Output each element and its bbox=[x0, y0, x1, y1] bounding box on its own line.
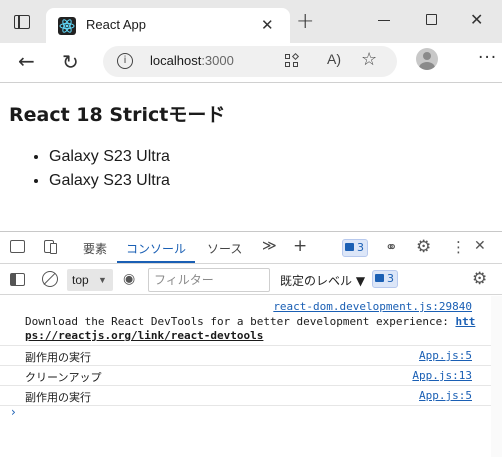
page-content: React 18 Strictモード Galaxy S23 Ultra Gala… bbox=[0, 84, 502, 231]
console-message: クリーンアップ App.js:13 bbox=[0, 366, 502, 386]
clear-console-icon[interactable] bbox=[42, 271, 58, 287]
connections-icon[interactable]: ⚭ bbox=[385, 238, 398, 256]
console-message: 副作用の実行 App.js:5 bbox=[0, 386, 502, 406]
item-list: Galaxy S23 Ultra Galaxy S23 Ultra bbox=[49, 145, 170, 193]
back-icon[interactable]: ← bbox=[18, 49, 35, 73]
live-expression-eye-icon[interactable]: ◉ bbox=[123, 271, 135, 287]
console-scrollbar[interactable] bbox=[491, 296, 502, 457]
message-icon bbox=[375, 274, 384, 282]
close-tab-icon[interactable]: ✕ bbox=[261, 15, 274, 35]
console-output: react-dom.development.js:29840 Download … bbox=[0, 296, 502, 457]
devtools-link-continued[interactable]: ps://reactjs.org/link/react-devtools bbox=[25, 329, 263, 342]
console-prompt-icon[interactable]: › bbox=[11, 405, 16, 419]
list-item: Galaxy S23 Ultra bbox=[49, 169, 170, 193]
message-source-link[interactable]: react-dom.development.js:29840 bbox=[273, 300, 472, 313]
message-source-link[interactable]: App.js:5 bbox=[419, 389, 472, 402]
devtools-tab-bar: 要素 コンソール ソース ≫ + 3 ⚭ ⚙ ⋮ ✕ bbox=[0, 232, 502, 264]
title-bar: React App ✕ + ✕ bbox=[0, 0, 502, 43]
filter-input[interactable]: フィルター bbox=[148, 268, 270, 292]
url-port: :3000 bbox=[201, 53, 234, 68]
active-tab-indicator bbox=[117, 261, 195, 263]
message-text: Download the React DevTools for a better… bbox=[25, 315, 475, 328]
new-tab-icon[interactable]: + bbox=[296, 11, 314, 33]
more-options-icon[interactable]: ··· bbox=[478, 48, 497, 68]
devtools-panel: 要素 コンソール ソース ≫ + 3 ⚭ ⚙ ⋮ ✕ top ▼ ◉ フィルター… bbox=[0, 231, 502, 457]
message-text: 副作用の実行 bbox=[25, 391, 91, 404]
tab-title: React App bbox=[86, 17, 146, 32]
context-select[interactable]: top ▼ bbox=[67, 269, 113, 291]
read-aloud-icon[interactable]: A) bbox=[327, 51, 341, 67]
browser-tab[interactable]: React App ✕ bbox=[46, 8, 290, 43]
chevron-down-icon: ▼ bbox=[98, 275, 107, 285]
profile-avatar[interactable] bbox=[416, 48, 438, 70]
context-value: top bbox=[72, 273, 89, 287]
address-bar[interactable]: i localhost:3000 A) ☆ bbox=[103, 46, 397, 77]
site-info-icon[interactable]: i bbox=[117, 53, 133, 69]
console-settings-gear-icon[interactable]: ⚙ bbox=[472, 269, 487, 289]
url-text[interactable]: localhost:3000 bbox=[150, 53, 234, 68]
message-source-link[interactable]: App.js:13 bbox=[412, 369, 472, 382]
message-text-line: Download the React DevTools for a better… bbox=[25, 315, 456, 328]
add-tab-icon[interactable]: + bbox=[293, 236, 307, 256]
react-logo-icon bbox=[58, 17, 76, 35]
close-devtools-icon[interactable]: ✕ bbox=[474, 238, 486, 254]
list-item: Galaxy S23 Ultra bbox=[49, 145, 170, 169]
url-host: localhost bbox=[150, 53, 202, 68]
reload-icon[interactable]: ↻ bbox=[62, 50, 79, 74]
navigation-bar: ← ↻ i localhost:3000 A) ☆ ··· bbox=[0, 43, 502, 83]
device-emulation-icon-part bbox=[50, 243, 57, 254]
level-issues-badge[interactable]: 3 bbox=[372, 270, 398, 288]
more-tabs-icon[interactable]: ≫ bbox=[262, 238, 277, 254]
console-message: react-dom.development.js:29840 Download … bbox=[0, 296, 502, 346]
issues-count: 3 bbox=[357, 241, 364, 254]
devtools-link[interactable]: htt bbox=[455, 315, 475, 328]
more-menu-icon[interactable]: ⋮ bbox=[451, 238, 466, 256]
message-text: 副作用の実行 bbox=[25, 351, 91, 364]
message-text: クリーンアップ bbox=[25, 371, 102, 384]
inspect-element-icon[interactable] bbox=[10, 240, 25, 253]
page-heading: React 18 Strictモード bbox=[9, 104, 226, 126]
minimize-icon[interactable] bbox=[378, 20, 390, 22]
tab-elements[interactable]: 要素 bbox=[83, 240, 107, 257]
settings-gear-icon[interactable]: ⚙ bbox=[416, 237, 431, 257]
issues-badge[interactable]: 3 bbox=[342, 239, 368, 257]
tab-actions-icon[interactable] bbox=[14, 15, 30, 29]
apps-icon[interactable] bbox=[285, 52, 300, 68]
sidebar-toggle-icon[interactable] bbox=[10, 273, 25, 286]
message-source-link[interactable]: App.js:5 bbox=[419, 349, 472, 362]
message-icon bbox=[345, 243, 354, 251]
tab-sources[interactable]: ソース bbox=[207, 240, 242, 257]
console-toolbar: top ▼ ◉ フィルター 既定のレベル ▼ 3 ⚙ bbox=[0, 265, 502, 295]
console-message: 副作用の実行 App.js:5 bbox=[0, 346, 502, 366]
log-level-dropdown[interactable]: 既定のレベル ▼ bbox=[280, 272, 365, 289]
close-window-icon[interactable]: ✕ bbox=[470, 10, 483, 30]
maximize-icon[interactable] bbox=[426, 14, 437, 25]
favorite-star-icon[interactable]: ☆ bbox=[361, 49, 377, 70]
tab-console[interactable]: コンソール bbox=[126, 240, 186, 257]
level-issues-count: 3 bbox=[387, 272, 394, 285]
